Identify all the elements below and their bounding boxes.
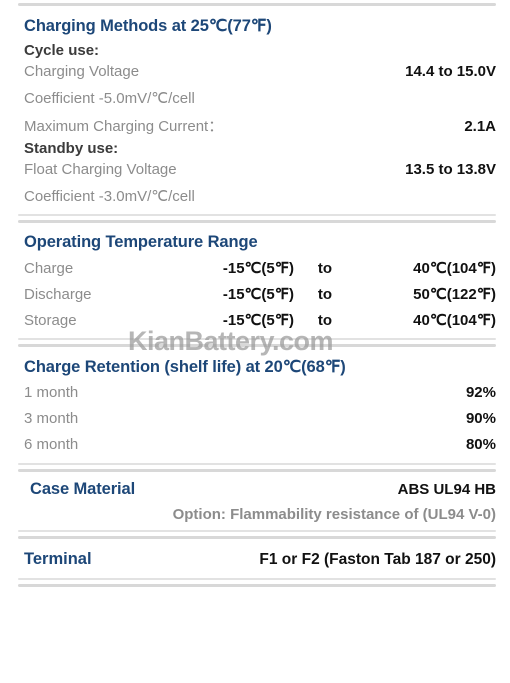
max-charging-current-value: 2.1A <box>464 118 496 135</box>
section-operating-temperature: Operating Temperature Range Charge -15℃(… <box>0 227 510 335</box>
spec-sheet: Charging Methods at 25℃(77℉) Cycle use: … <box>0 0 510 683</box>
standby-use-label: Standby use: <box>24 140 119 157</box>
divider-top <box>0 0 510 10</box>
divider-line <box>18 3 496 6</box>
row-case-material: Case Material ABS UL94 HB <box>18 476 496 503</box>
divider-line <box>18 214 496 216</box>
temp-storage-min: -15℃(5℉) <box>222 312 294 329</box>
retention-3month-label: 3 month <box>24 410 79 427</box>
charge-retention-title: Charge Retention (shelf life) at 20℃(68℉… <box>24 358 346 376</box>
divider-after-charging <box>0 211 510 227</box>
cycle-use-label: Cycle use: <box>24 42 100 59</box>
case-material-title: Case Material <box>30 480 136 498</box>
operating-temperature-title: Operating Temperature Range <box>24 233 258 251</box>
float-charging-voltage-label: Float Charging Voltage <box>24 161 177 178</box>
temp-charge-max: 40℃(104℉) <box>413 260 496 277</box>
divider-line <box>18 578 496 580</box>
temp-discharge-min: -15℃(5℉) <box>222 286 294 303</box>
section-terminal: Terminal F1 or F2 (Faston Tab 187 or 250… <box>0 543 510 575</box>
retention-3month-value: 90% <box>465 410 496 427</box>
table-row: 1 month 92% <box>18 382 496 408</box>
row-charging-voltage: Charging Voltage 14.4 to 15.0V <box>18 61 496 87</box>
temp-charge-label: Charge <box>24 260 74 277</box>
retention-6month-label: 6 month <box>24 436 79 453</box>
terminal-title: Terminal <box>24 550 92 568</box>
table-row: Charge -15℃(5℉) to 40℃(104℉) <box>18 257 496 283</box>
divider-bottom <box>0 575 510 591</box>
table-row: Storage -15℃(5℉) to 40℃(104℉) <box>18 309 496 335</box>
table-row: 6 month 80% <box>18 434 496 460</box>
section-charging-methods: Charging Methods at 25℃(77℉) Cycle use: … <box>0 10 510 211</box>
retention-1month-label: 1 month <box>24 384 79 401</box>
max-charging-current-label: Maximum Charging Current： <box>24 118 224 135</box>
divider-line <box>18 469 496 472</box>
temp-storage-to: to <box>317 312 333 329</box>
table-row: Discharge -15℃(5℉) to 50℃(122℉) <box>18 283 496 309</box>
temp-discharge-to: to <box>317 286 333 303</box>
section-charge-retention: Charge Retention (shelf life) at 20℃(68℉… <box>0 351 510 460</box>
divider-line <box>18 536 496 539</box>
standby-coefficient-label: Coefficient -3.0mV/℃/cell <box>24 188 195 205</box>
divider-line <box>18 338 496 340</box>
divider-line <box>18 463 496 465</box>
temp-discharge-label: Discharge <box>24 286 92 303</box>
divider-line <box>18 344 496 347</box>
row-max-charging-current: Maximum Charging Current： 2.1A <box>18 113 496 139</box>
terminal-value: F1 or F2 (Faston Tab 187 or 250) <box>259 551 496 568</box>
retention-6month-value: 80% <box>465 436 496 453</box>
divider-after-case-material <box>0 527 510 543</box>
temp-charge-to: to <box>317 260 333 277</box>
cycle-coefficient-label: Coefficient -5.0mV/℃/cell <box>24 90 195 107</box>
temp-storage-label: Storage <box>24 312 77 329</box>
divider-after-temperature <box>0 335 510 351</box>
temp-discharge-max: 50℃(122℉) <box>413 286 496 303</box>
divider-line <box>18 220 496 223</box>
charging-methods-title: Charging Methods at 25℃(77℉) <box>24 17 272 35</box>
divider-line <box>18 530 496 532</box>
row-float-charging-voltage: Float Charging Voltage 13.5 to 13.8V <box>18 159 496 185</box>
charging-voltage-value: 14.4 to 15.0V <box>405 63 496 80</box>
divider-line <box>18 584 496 587</box>
case-material-value: ABS UL94 HB <box>397 481 496 498</box>
section-case-material: Case Material ABS UL94 HB Option: Flamma… <box>0 476 510 527</box>
float-charging-voltage-value: 13.5 to 13.8V <box>405 161 496 178</box>
charging-voltage-label: Charging Voltage <box>24 63 140 80</box>
temp-charge-min: -15℃(5℉) <box>222 260 294 277</box>
row-standby-coefficient: Coefficient -3.0mV/℃/cell <box>18 185 496 211</box>
row-terminal: Terminal F1 or F2 (Faston Tab 187 or 250… <box>18 543 496 575</box>
retention-1month-value: 92% <box>465 384 496 401</box>
divider-after-retention <box>0 460 510 476</box>
case-material-option-note: Option: Flammability resistance of (UL94… <box>172 506 496 523</box>
temp-storage-max: 40℃(104℉) <box>413 312 496 329</box>
table-row: 3 month 90% <box>18 408 496 434</box>
row-cycle-coefficient: Coefficient -5.0mV/℃/cell <box>18 87 496 113</box>
